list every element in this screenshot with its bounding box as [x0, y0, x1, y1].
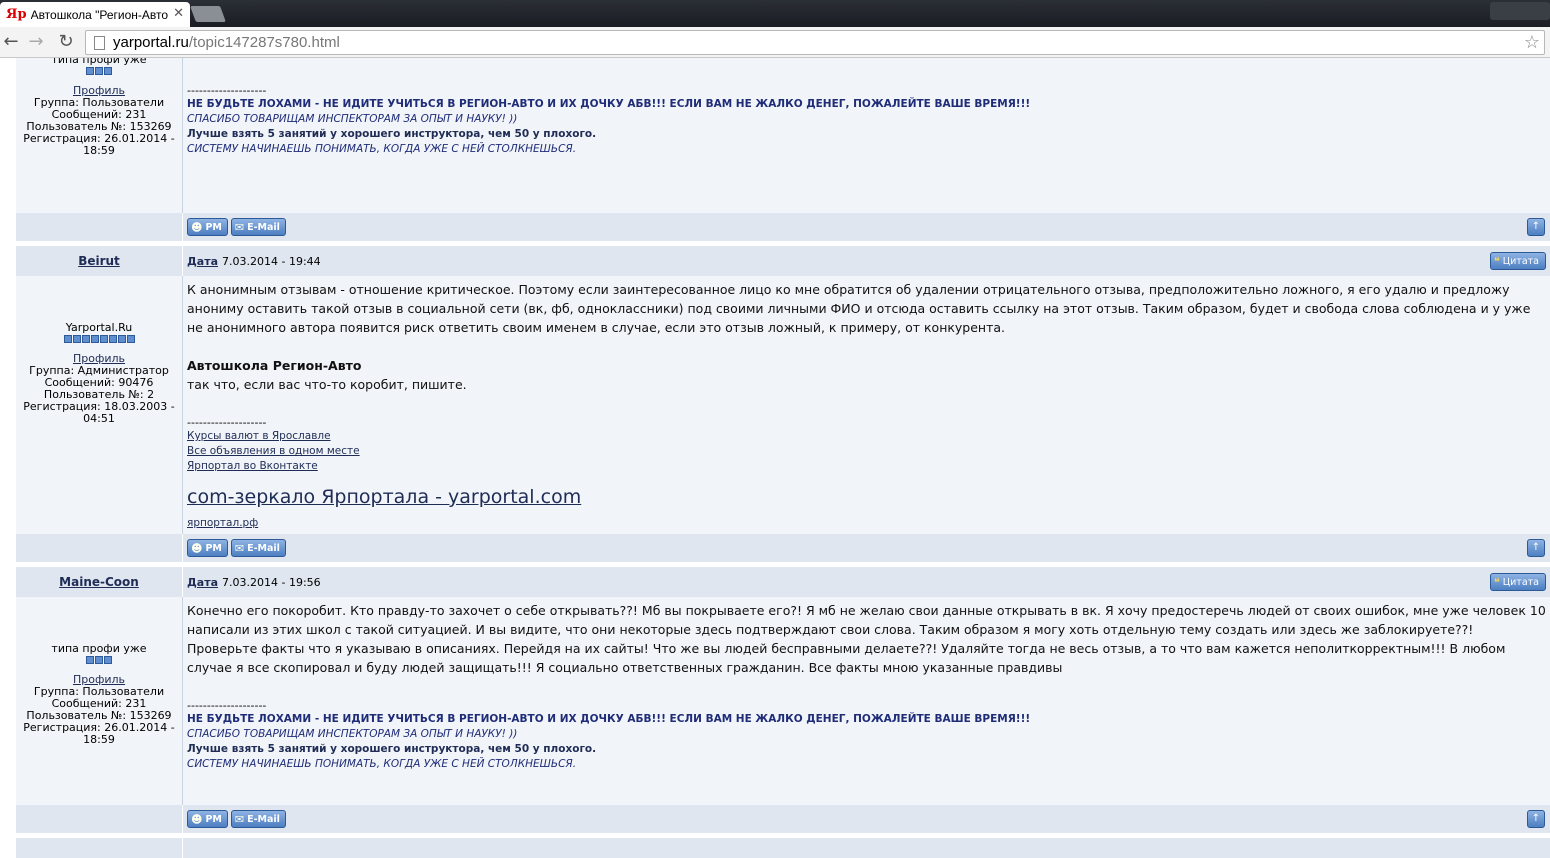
- signature-separator: --------------------: [187, 699, 267, 712]
- post-footer: ☻ PM ✉ E-Mail ↑: [16, 534, 1550, 562]
- signature-line: НЕ БУДЬТЕ ЛОХАМИ - НЕ ИДИТЕ УЧИТЬСЯ В РЕ…: [187, 98, 1031, 110]
- browser-tab[interactable]: Яр Автошкола "Регион-Авто ✕: [0, 2, 190, 27]
- post-header: Maine-Coon Дата 7.03.2014 - 19:56 ❝ Цитат…: [16, 567, 1550, 597]
- email-button[interactable]: ✉ E-Mail: [230, 539, 286, 557]
- signature-line: Лучше взять 5 занятий у хорошего инструк…: [187, 743, 597, 755]
- rank-pips: [16, 656, 182, 664]
- email-button[interactable]: ✉ E-Mail: [230, 810, 286, 828]
- forum-post: типа профи уже Профиль Группа: Пользоват…: [16, 58, 1550, 246]
- user-info: типа профи уже Профиль Группа: Пользоват…: [16, 597, 183, 805]
- close-icon[interactable]: ✕: [173, 6, 184, 21]
- envelope-icon: ✉: [234, 220, 245, 234]
- forum-post: Beirut Дата 7.03.2014 - 19:44 ❝ Цитата Ya…: [16, 246, 1550, 567]
- post-body: -------------------- НЕ БУДЬТЕ ЛОХАМИ - …: [183, 58, 1550, 213]
- signature-line: СПАСИБО ТОВАРИЩАМ ИНСПЕКТОРАМ ЗА ОПЫТ И …: [187, 728, 518, 740]
- window-controls[interactable]: [1490, 2, 1550, 20]
- browser-tab-bar: Яр Автошкола "Регион-Авто ✕: [0, 0, 1550, 27]
- rank-pips: [16, 335, 182, 343]
- speech-bubble-icon: ❝: [1493, 575, 1500, 589]
- users-icon: ☻: [191, 541, 203, 555]
- signature-separator: --------------------: [187, 84, 267, 97]
- back-arrow-icon[interactable]: ←: [0, 31, 22, 53]
- user-registration-time: 18:59: [83, 144, 115, 157]
- user-rank: типа профи уже: [51, 58, 147, 66]
- signature-link[interactable]: Курсы валют в Ярославле: [187, 429, 1546, 444]
- user-rank: Yarportal.Ru: [65, 321, 133, 334]
- arrow-up-icon[interactable]: ↑: [1527, 218, 1545, 236]
- post-subtitle: Автошкола Регион-Авто: [187, 358, 362, 373]
- signature-link[interactable]: Все объявления в одном месте: [187, 444, 1546, 459]
- user-info: Yarportal.Ru Профиль Группа: Администрат…: [16, 276, 183, 534]
- pm-button[interactable]: ☻ PM: [187, 810, 228, 828]
- post-text: так что, если вас что-то коробит, пишите…: [187, 377, 467, 392]
- tab-title: Автошкола "Регион-Авто: [30, 7, 169, 22]
- mirror-link[interactable]: com-зеркало Ярпортала - yarportal.com: [187, 486, 1546, 508]
- post-date: 7.03.2014 - 19:44: [222, 254, 321, 268]
- users-icon: ☻: [191, 812, 203, 826]
- email-button[interactable]: ✉ E-Mail: [230, 218, 286, 236]
- signature-line: НЕ БУДЬТЕ ЛОХАМИ - НЕ ИДИТЕ УЧИТЬСЯ В РЕ…: [187, 713, 1031, 725]
- post-author[interactable]: Maine-Coon: [59, 575, 139, 589]
- rank-pips: [16, 67, 182, 75]
- forward-arrow-icon[interactable]: →: [25, 31, 47, 53]
- forum-post: Maine-Coon Дата 7.03.2014 - 19:56 ❝ Цитат…: [16, 567, 1550, 858]
- date-label[interactable]: Дата: [187, 255, 218, 268]
- envelope-icon: ✉: [234, 541, 245, 555]
- signature-link[interactable]: Ярпортал во Вконтакте: [187, 459, 1546, 474]
- quote-button[interactable]: ❝ Цитата: [1489, 573, 1546, 591]
- user-registration-time: 04:51: [83, 412, 115, 425]
- signature-line: СИСТЕМУ НАЧИНАЕШЬ ПОНИМАТЬ, КОГДА УЖЕ С …: [187, 758, 577, 770]
- signature-line: СИСТЕМУ НАЧИНАЕШЬ ПОНИМАТЬ, КОГДА УЖЕ С …: [187, 143, 577, 155]
- quote-button[interactable]: ❝ Цитата: [1489, 252, 1546, 270]
- yarportal-favicon-icon: Яр: [6, 7, 27, 22]
- post-text: Конечно его покоробит. Кто правду-то зах…: [187, 603, 1546, 675]
- post-body: Конечно его покоробит. Кто правду-то зах…: [183, 597, 1550, 805]
- arrow-up-icon[interactable]: ↑: [1527, 810, 1545, 828]
- user-rank: типа профи уже: [51, 642, 147, 655]
- post-header: [16, 838, 1550, 858]
- page-icon: [94, 35, 105, 50]
- new-tab-button[interactable]: [190, 6, 226, 22]
- signature-line: Лучше взять 5 занятий у хорошего инструк…: [187, 128, 597, 140]
- post-footer: ☻ PM ✉ E-Mail ↑: [16, 213, 1550, 241]
- arrow-up-icon[interactable]: ↑: [1527, 539, 1545, 557]
- star-icon[interactable]: ☆: [1524, 32, 1540, 53]
- post-body: К анонимным отзывам - отношение критичес…: [183, 276, 1550, 534]
- post-header: Beirut Дата 7.03.2014 - 19:44 ❝ Цитата: [16, 246, 1550, 276]
- pm-button[interactable]: ☻ PM: [187, 539, 228, 557]
- speech-bubble-icon: ❝: [1493, 254, 1500, 268]
- forum-topic: типа профи уже Профиль Группа: Пользоват…: [16, 58, 1550, 858]
- users-icon: ☻: [191, 220, 203, 234]
- signature-line: СПАСИБО ТОВАРИЩАМ ИНСПЕКТОРАМ ЗА ОПЫТ И …: [187, 113, 518, 125]
- date-label[interactable]: Дата: [187, 576, 218, 589]
- post-author[interactable]: Beirut: [78, 254, 120, 268]
- browser-toolbar: ← → ↻ yarportal.ru/topic147287s780.html …: [0, 27, 1550, 58]
- post-footer: ☻ PM ✉ E-Mail ↑: [16, 805, 1550, 833]
- envelope-icon: ✉: [234, 812, 245, 826]
- user-info: типа профи уже Профиль Группа: Пользоват…: [16, 58, 183, 213]
- url-host: yarportal.ru: [113, 34, 189, 51]
- post-text: К анонимным отзывам - отношение критичес…: [187, 282, 1531, 335]
- post-date: 7.03.2014 - 19:56: [222, 575, 321, 589]
- address-bar[interactable]: yarportal.ru/topic147287s780.html ☆: [85, 30, 1545, 55]
- signature-separator: --------------------: [187, 416, 267, 429]
- signature-link[interactable]: ярпортал.рф: [187, 516, 1546, 531]
- pm-button[interactable]: ☻ PM: [187, 218, 228, 236]
- reload-icon[interactable]: ↻: [55, 31, 77, 53]
- user-registration-time: 18:59: [83, 733, 115, 746]
- url-path: /topic147287s780.html: [188, 34, 340, 51]
